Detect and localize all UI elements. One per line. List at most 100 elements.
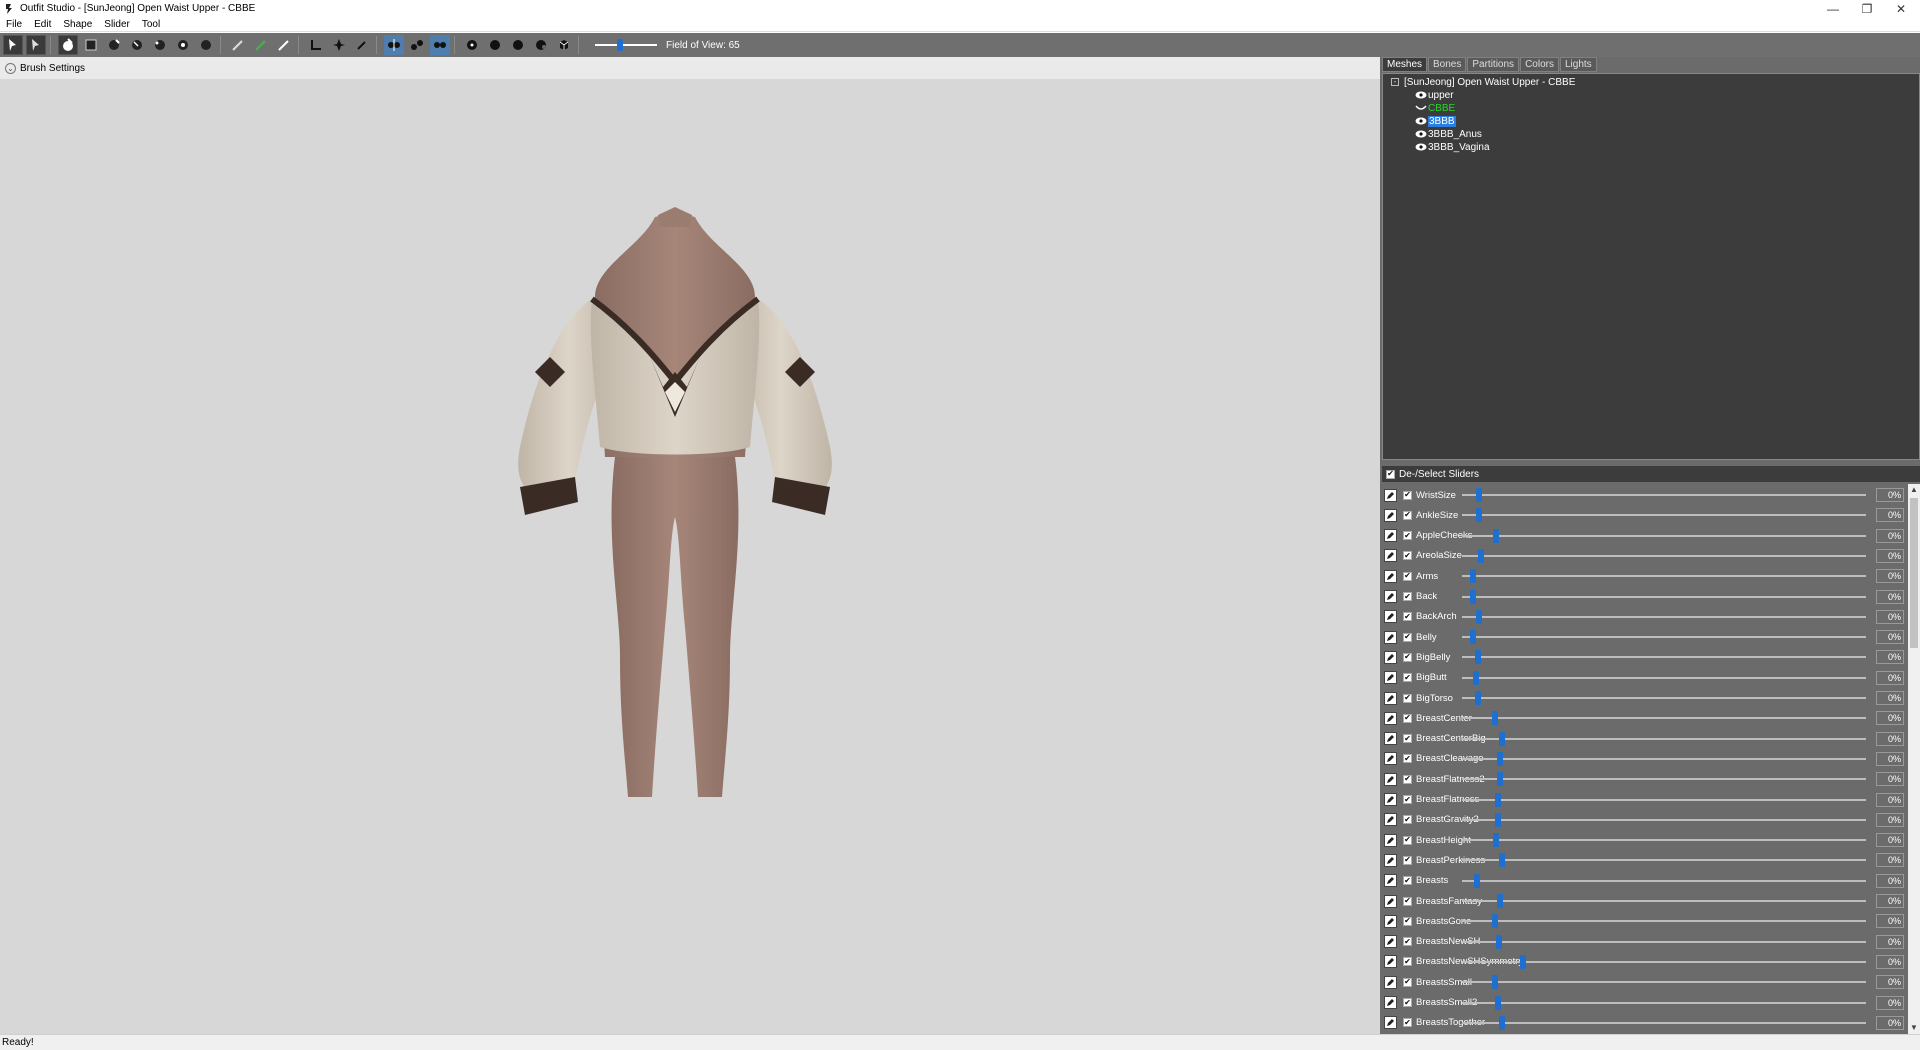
alpha-brush-button[interactable]: [251, 35, 271, 55]
global-brush-toggle[interactable]: [430, 35, 450, 55]
slider-value[interactable]: 0%: [1876, 731, 1904, 746]
slider-checkbox[interactable]: ✔: [1403, 835, 1412, 845]
pivot-tool-button[interactable]: [329, 35, 349, 55]
slider-value[interactable]: 0%: [1876, 873, 1904, 888]
slider-value[interactable]: 0%: [1876, 630, 1904, 645]
edit-slider-button[interactable]: [1384, 935, 1397, 949]
slider-thumb[interactable]: [1492, 711, 1498, 726]
slider-value[interactable]: 0%: [1876, 650, 1904, 665]
slider-value[interactable]: 0%: [1876, 995, 1904, 1010]
slider-value[interactable]: 0%: [1876, 934, 1904, 949]
vertex-select-button[interactable]: [352, 35, 372, 55]
slider-track[interactable]: [1462, 920, 1866, 923]
slider-checkbox[interactable]: ✔: [1403, 754, 1412, 764]
edit-slider-button[interactable]: [1384, 671, 1397, 685]
mesh-tree[interactable]: - [SunJeong] Open Waist Upper - CBBE upp…: [1382, 73, 1920, 460]
tree-item-cbbe[interactable]: CBBE: [1415, 102, 1455, 114]
brush-settings-bar[interactable]: ⌄ Brush Settings: [0, 57, 1380, 79]
eye-icon[interactable]: [1415, 143, 1427, 151]
slider-checkbox[interactable]: ✔: [1403, 713, 1412, 723]
slider-thumb[interactable]: [1499, 731, 1505, 746]
edit-slider-button[interactable]: [1384, 650, 1397, 664]
slider-value[interactable]: 0%: [1876, 833, 1904, 848]
edit-slider-button[interactable]: [1384, 711, 1397, 725]
chevron-down-icon[interactable]: ⌄: [5, 62, 16, 74]
slider-value[interactable]: 0%: [1876, 528, 1904, 543]
slider-checkbox[interactable]: ✔: [1403, 957, 1412, 967]
scrollbar-thumb[interactable]: [1910, 498, 1918, 648]
slider-checkbox[interactable]: ✔: [1403, 612, 1412, 622]
select-all-sliders-checkbox[interactable]: ✔: [1386, 469, 1395, 479]
xray-toggle[interactable]: [462, 35, 482, 55]
slider-track[interactable]: [1462, 494, 1866, 496]
slider-thumb[interactable]: [1492, 914, 1498, 929]
eye-icon[interactable]: [1415, 130, 1427, 138]
slider-thumb[interactable]: [1497, 894, 1503, 908]
slider-value[interactable]: 0%: [1876, 548, 1904, 563]
slider-track[interactable]: [1462, 879, 1866, 882]
slider-checkbox[interactable]: ✔: [1403, 795, 1412, 804]
slider-thumb[interactable]: [1496, 934, 1502, 949]
slider-checkbox[interactable]: ✔: [1403, 632, 1412, 642]
edit-slider-button[interactable]: [1384, 793, 1397, 806]
edit-slider-button[interactable]: [1384, 752, 1397, 766]
slider-checkbox[interactable]: ✔: [1403, 673, 1412, 683]
connected-only-toggle[interactable]: [407, 35, 427, 55]
edit-slider-button[interactable]: [1384, 529, 1397, 543]
slider-checkbox[interactable]: ✔: [1403, 510, 1412, 520]
menu-tool[interactable]: Tool: [142, 19, 160, 30]
slider-track[interactable]: [1462, 757, 1866, 760]
slider-value[interactable]: 0%: [1876, 508, 1904, 523]
slider-list-scrollbar[interactable]: ▲ ▼: [1908, 484, 1920, 1034]
fov-slider-thumb[interactable]: [617, 39, 623, 51]
weight-brush-button[interactable]: [196, 35, 216, 55]
slider-checkbox[interactable]: ✔: [1403, 855, 1412, 865]
slider-value[interactable]: 0%: [1876, 569, 1904, 584]
edit-slider-button[interactable]: [1384, 813, 1397, 827]
edit-slider-button[interactable]: [1384, 874, 1397, 888]
slider-thumb[interactable]: [1470, 569, 1476, 584]
eye-icon[interactable]: [1415, 91, 1427, 99]
tab-partitions[interactable]: Partitions: [1467, 57, 1520, 72]
slider-value[interactable]: 0%: [1876, 792, 1904, 807]
slider-thumb[interactable]: [1520, 954, 1526, 969]
slider-checkbox[interactable]: ✔: [1403, 571, 1412, 581]
slider-thumb[interactable]: [1493, 528, 1499, 543]
slider-checkbox[interactable]: ✔: [1403, 774, 1412, 784]
slider-checkbox[interactable]: ✔: [1403, 693, 1412, 703]
inflate-brush-button[interactable]: [58, 35, 78, 55]
slider-thumb[interactable]: [1495, 995, 1501, 1010]
slider-track[interactable]: [1462, 595, 1866, 598]
scroll-down-icon[interactable]: ▼: [1908, 1022, 1920, 1034]
slider-checkbox[interactable]: ✔: [1403, 896, 1412, 906]
edit-slider-button[interactable]: [1384, 1016, 1397, 1030]
slider-thumb[interactable]: [1495, 792, 1501, 807]
slider-checkbox[interactable]: ✔: [1403, 916, 1412, 926]
menu-file[interactable]: File: [6, 19, 22, 30]
slider-track[interactable]: [1462, 534, 1866, 537]
slider-checkbox[interactable]: ✔: [1403, 876, 1412, 886]
edit-slider-button[interactable]: [1384, 590, 1397, 603]
slider-thumb[interactable]: [1497, 751, 1503, 766]
mask-tool-button[interactable]: [26, 35, 46, 55]
slider-value[interactable]: 0%: [1876, 589, 1904, 604]
slider-thumb[interactable]: [1475, 691, 1481, 705]
slider-track[interactable]: [1462, 859, 1866, 862]
tree-item-3bbb[interactable]: 3BBB: [1415, 115, 1456, 127]
slider-checkbox[interactable]: ✔: [1403, 998, 1412, 1007]
slider-thumb[interactable]: [1495, 812, 1501, 827]
menu-slider[interactable]: Slider: [104, 19, 130, 30]
edit-slider-button[interactable]: [1384, 914, 1397, 928]
collapse-icon[interactable]: -: [1391, 78, 1399, 86]
slider-thumb[interactable]: [1475, 650, 1481, 665]
slider-track[interactable]: [1462, 839, 1866, 842]
slider-checkbox[interactable]: ✔: [1403, 490, 1412, 500]
slider-thumb[interactable]: [1470, 589, 1476, 604]
slider-track[interactable]: [1462, 717, 1866, 720]
edit-slider-button[interactable]: [1384, 996, 1397, 1009]
menu-shape[interactable]: Shape: [63, 19, 92, 30]
edit-slider-button[interactable]: [1384, 833, 1397, 847]
slider-track[interactable]: [1462, 737, 1866, 740]
edit-slider-button[interactable]: [1384, 691, 1397, 705]
deflate-brush-button[interactable]: [104, 35, 124, 55]
